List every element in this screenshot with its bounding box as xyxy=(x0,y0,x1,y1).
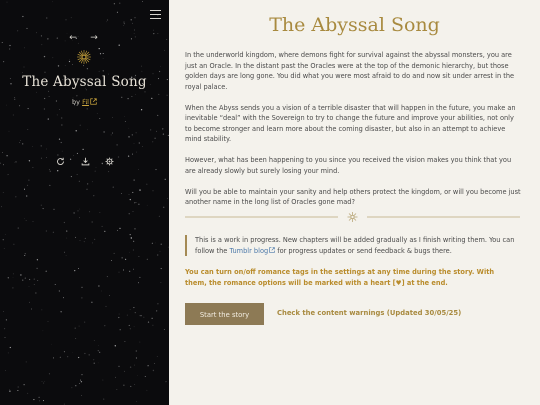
sun-ornament-icon xyxy=(77,50,91,64)
download-icon[interactable] xyxy=(81,157,90,166)
description-paragraph: Will you be able to maintain your sanity… xyxy=(185,187,521,207)
tumblr-blog-link[interactable]: Tumblr blog xyxy=(229,247,275,255)
hamburger-menu-icon[interactable] xyxy=(150,10,161,20)
previous-arrow-icon[interactable]: ← xyxy=(68,33,78,43)
main-content: The Abyssal Song In the underworld kingd… xyxy=(169,0,540,405)
story-description: In the underworld kingdom, where demons … xyxy=(185,50,521,218)
byline-label: by xyxy=(72,98,80,106)
sidebar-toolbar xyxy=(56,157,114,166)
description-paragraph: However, what has been happening to you … xyxy=(185,156,512,175)
restart-icon[interactable] xyxy=(56,157,65,166)
external-link-icon xyxy=(90,98,97,105)
romance-tags-note: You can turn on/off romance tags in the … xyxy=(185,268,495,287)
wip-text-after: for progress updates or send feedback & … xyxy=(275,246,452,255)
divider-sun-icon xyxy=(347,212,358,222)
start-story-button[interactable]: Start the story xyxy=(185,303,264,325)
byline: by Fil xyxy=(0,98,169,106)
description-paragraph: In the underworld kingdom, where demons … xyxy=(185,51,515,91)
settings-icon[interactable] xyxy=(105,157,114,166)
author-name: Fil xyxy=(82,98,89,106)
author-link[interactable]: Fil xyxy=(82,98,97,106)
ornamental-divider xyxy=(185,212,520,222)
wip-notice: This is a work in progress. New chapters… xyxy=(185,235,525,256)
page-title: The Abyssal Song xyxy=(269,14,440,36)
story-title: The Abyssal Song xyxy=(22,74,147,90)
description-paragraph: When the Abyss sends you a vision of a t… xyxy=(185,103,516,144)
content-warnings-link[interactable]: Check the content warnings (Updated 30/0… xyxy=(277,309,461,317)
chapter-navigation: ← → xyxy=(68,33,99,43)
next-arrow-icon[interactable]: → xyxy=(89,33,99,43)
tumblr-blog-link-label: Tumblr blog xyxy=(229,246,269,255)
sidebar: ← → The Abyssal Song by Fil xyxy=(0,0,169,405)
